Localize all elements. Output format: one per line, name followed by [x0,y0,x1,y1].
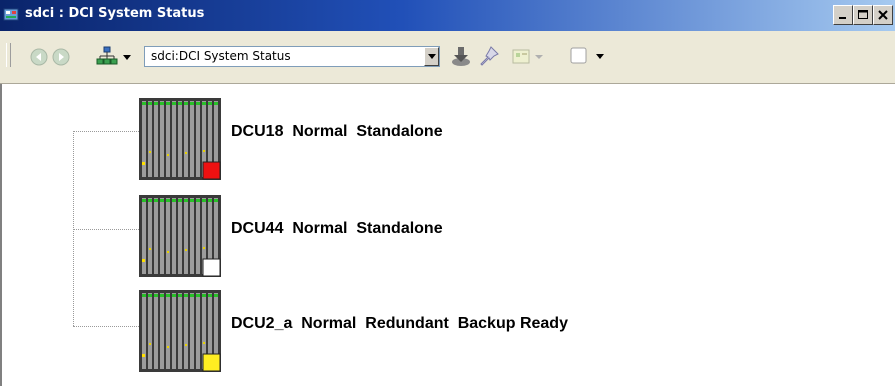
view-dropdown-icon[interactable] [535,53,543,61]
status-tree-panel: DCU18 Normal Standalone DCU44 Normal Stan… [0,84,895,386]
pin-icon[interactable] [477,44,501,68]
window-title: sdci : DCI System Status [25,6,205,21]
tree-branch-line [73,229,139,230]
dcu-rack-icon [139,195,221,277]
page-icon[interactable] [569,46,589,66]
tree-node[interactable]: DCU2_a Normal Redundant Backup Ready [139,290,699,374]
tree-node[interactable]: DCU44 Normal Standalone [139,195,699,279]
app-icon [3,8,19,21]
tree-branch-line [73,131,139,132]
page-dropdown-icon[interactable] [595,53,605,61]
maximize-icon [858,10,868,19]
forward-icon[interactable] [52,48,70,66]
hierarchy-dropdown-icon[interactable] [122,52,132,62]
download-icon[interactable] [449,44,473,68]
minimize-button[interactable] [833,5,853,25]
title-bar[interactable]: sdci : DCI System Status [0,0,895,31]
window-controls [833,5,893,25]
status-indicator [202,258,221,277]
tree-node[interactable]: DCU18 Normal Standalone [139,98,699,182]
node-label: DCU2_a Normal Redundant Backup Ready [231,315,568,332]
status-indicator [202,161,221,180]
status-indicator [202,353,221,372]
node-label: DCU18 Normal Standalone [231,123,443,140]
toolbar: sdci:DCI System Status [0,31,895,84]
minimize-icon [839,17,846,19]
close-button[interactable] [873,5,893,25]
hierarchy-icon[interactable] [96,46,118,68]
address-dropdown-button[interactable] [424,47,439,66]
close-icon [878,10,888,20]
address-value: sdci:DCI System Status [151,49,291,63]
app-window: sdci : DCI System Status sdci:DCI System… [0,0,895,386]
chevron-down-icon [428,54,436,59]
node-label: DCU44 Normal Standalone [231,220,443,237]
view-icon[interactable] [512,48,532,66]
dcu-rack-icon [139,290,221,372]
tree-branch-line [73,326,139,327]
dcu-rack-icon [139,98,221,180]
address-combobox[interactable]: sdci:DCI System Status [144,46,440,67]
toolbar-grip[interactable] [6,43,11,67]
back-icon[interactable] [30,48,48,66]
maximize-button[interactable] [853,5,873,25]
